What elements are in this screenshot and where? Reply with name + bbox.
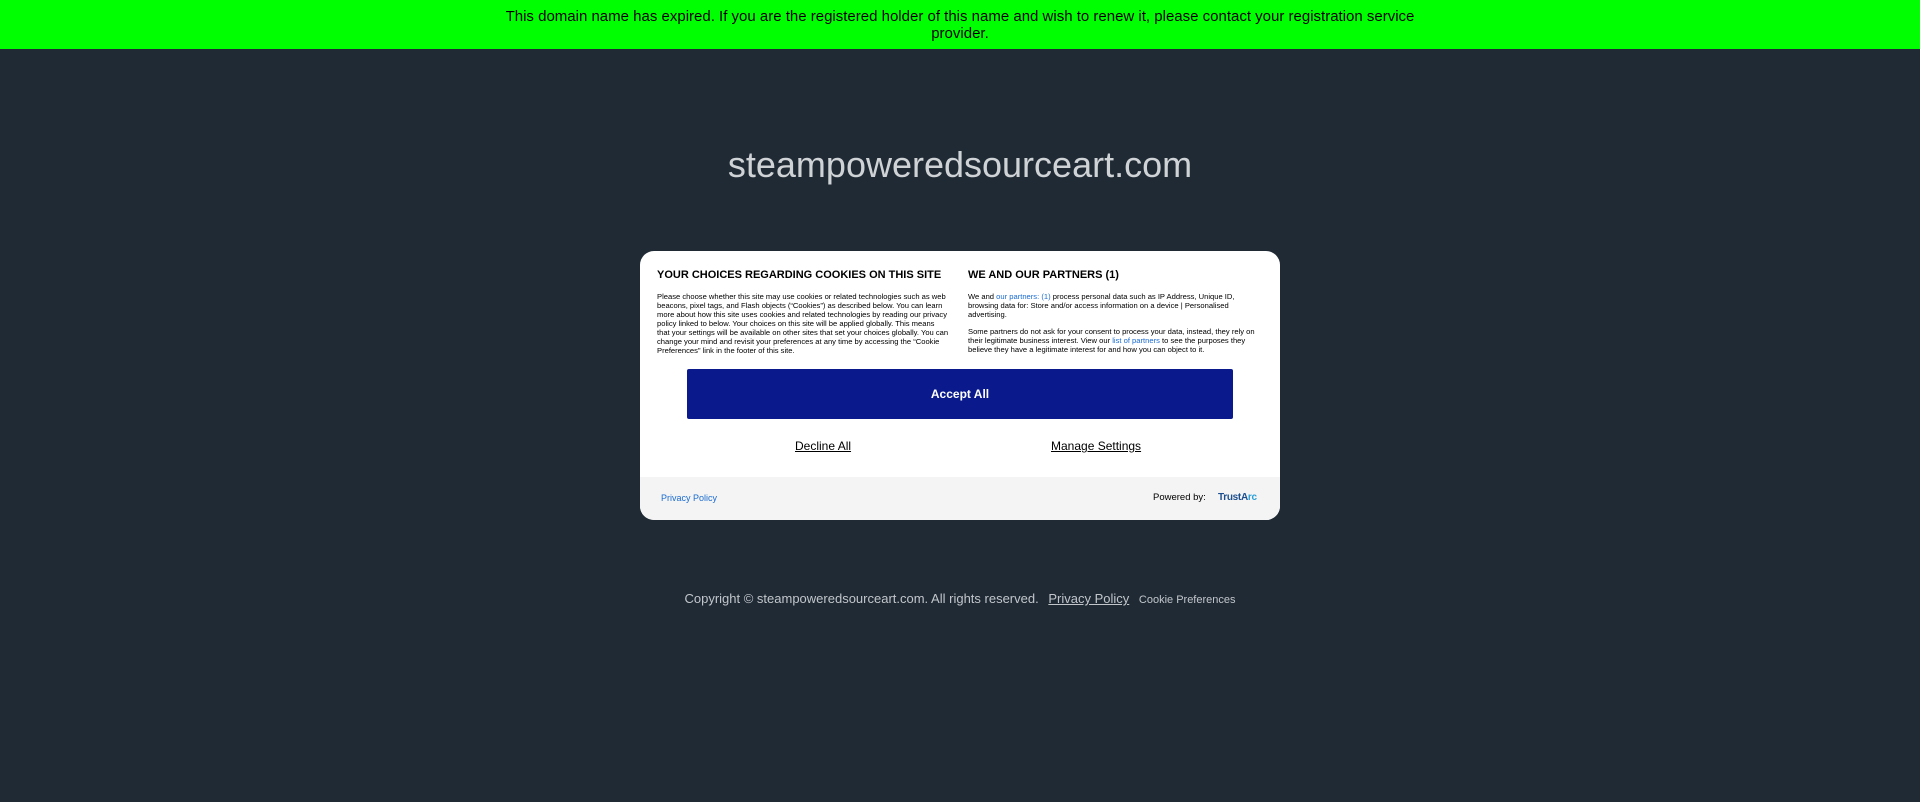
list-of-partners-link[interactable]: list of partners: [1112, 336, 1160, 345]
cookie-preferences-link[interactable]: Cookie Preferences: [1139, 594, 1236, 606]
partners-section: WE AND OUR PARTNERS (1) We and our partn…: [968, 268, 1263, 354]
cookie-choices-section: YOUR CHOICES REGARDING COOKIES ON THIS S…: [657, 268, 949, 355]
expired-domain-banner: This domain name has expired. If you are…: [0, 0, 1920, 49]
page-footer: Copyright © steampoweredsourceart.com. A…: [0, 591, 1920, 606]
cookie-choices-heading: YOUR CHOICES REGARDING COOKIES ON THIS S…: [657, 269, 942, 281]
cookie-choices-text: Please choose whether this site may use …: [657, 292, 949, 355]
trustarc-logo[interactable]: TrustArc: [1218, 492, 1257, 503]
partners-text-part: We and: [968, 292, 997, 301]
footer-privacy-policy-link[interactable]: Privacy Policy: [1048, 591, 1129, 606]
copyright-text: Copyright © steampoweredsourceart.com. A…: [684, 591, 1039, 606]
trustarc-logo-text: TrustA: [1218, 492, 1248, 503]
cookie-dialog-footer: Privacy Policy Powered by: TrustArc: [640, 477, 1280, 520]
cookie-consent-dialog: YOUR CHOICES REGARDING COOKIES ON THIS S…: [640, 251, 1280, 520]
manage-settings-link[interactable]: Manage Settings: [1051, 439, 1141, 453]
decline-all-link[interactable]: Decline All: [795, 439, 851, 453]
trustarc-logo-accent: rc: [1247, 492, 1257, 503]
banner-text: This domain name has expired. If you are…: [505, 7, 1415, 42]
dialog-privacy-policy-link[interactable]: Privacy Policy: [661, 493, 717, 503]
accept-all-button[interactable]: Accept All: [687, 369, 1233, 419]
partners-heading: WE AND OUR PARTNERS (1): [968, 269, 1119, 281]
powered-by-label: Powered by:: [1153, 492, 1206, 503]
legitimate-interest-text: Some partners do not ask for your consen…: [968, 327, 1263, 354]
partners-text: We and our partners: (1) process persona…: [968, 292, 1263, 319]
domain-title: steampoweredsourceart.com: [727, 144, 1193, 185]
our-partners-link[interactable]: our partners: (1): [996, 292, 1050, 301]
